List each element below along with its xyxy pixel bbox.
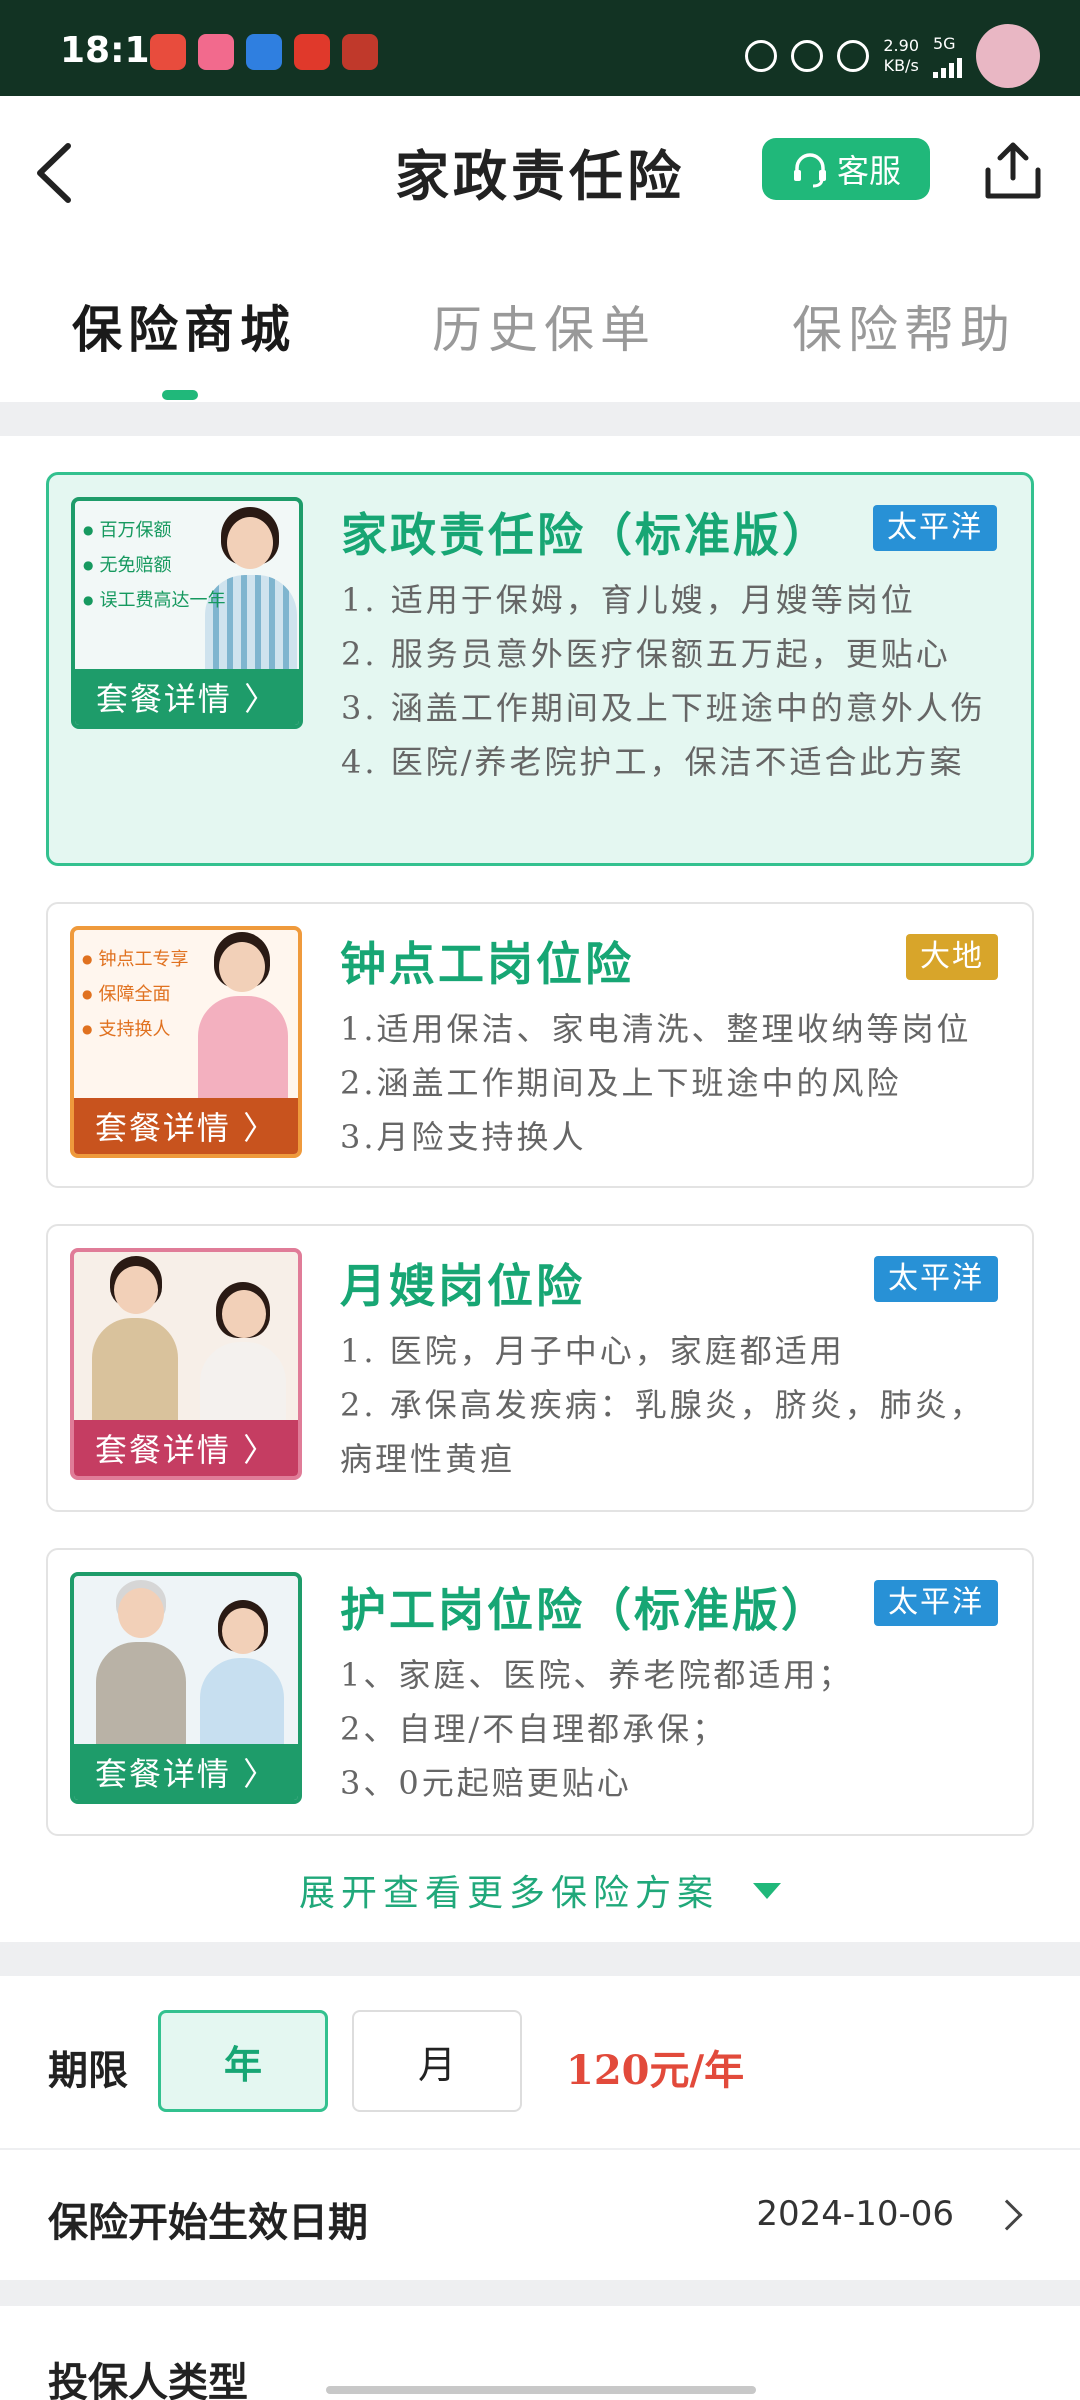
package-details-button[interactable]: 套餐详情 〉 — [74, 1420, 298, 1476]
product-card[interactable]: 套餐详情 〉 护工岗位险（标准版） 太平洋 1、家庭、医院、养老院都适用； 2、… — [46, 1548, 1034, 1836]
customer-service-label: 客服 — [836, 152, 901, 190]
product-card[interactable]: 套餐详情 〉 月嫂岗位险 太平洋 1. 医院，月子中心，家庭都适用 2. 承保高… — [46, 1224, 1034, 1512]
start-date-label: 保险开始生效日期 — [48, 2199, 368, 2246]
period-option-year[interactable]: 年 — [158, 2010, 328, 2112]
package-details-button[interactable]: 套餐详情 〉 — [75, 669, 299, 725]
product-list: 百万保额 无免赔额 误工费高达一年 套餐详情 〉 家政责任险（标准版） 太平洋 … — [0, 436, 1080, 1942]
description-line: 1.适用保洁、家电清洗、整理收纳等岗位 — [340, 1010, 972, 1048]
start-date-row[interactable]: 保险开始生效日期 2024-10-06 — [0, 2150, 1080, 2280]
network-speed-unit: KB/s — [883, 56, 919, 75]
app-status-icon — [791, 40, 824, 72]
start-date-value: 2024-10-06 — [756, 2194, 954, 2234]
app-header: 家政责任险 客服 — [0, 96, 1080, 246]
description-line: 2.涵盖工作期间及上下班途中的风险 — [340, 1064, 902, 1102]
nanny-image — [84, 1256, 184, 1426]
description-line: 2. 承保高发疾病：乳腺炎，脐炎，肺炎，病理性黄疸 — [340, 1386, 985, 1478]
feature-item: 百万保额 — [83, 513, 225, 548]
product-thumbnail[interactable]: 钟点工专享 保障全面 支持换人 套餐详情 〉 — [70, 926, 302, 1158]
product-description: 1、家庭、医院、养老院都适用； 2、自理/不自理都承保； 3、0元起赔更贴心 — [340, 1648, 1004, 1810]
chevron-right-icon — [991, 2199, 1023, 2231]
description-line: 2. 服务员意外医疗保额五万起，更贴心 — [341, 635, 951, 673]
period-label: 期限 — [48, 2047, 128, 2094]
expand-more-label: 展开查看更多保险方案 — [298, 1873, 719, 1914]
notification-app-icon — [342, 34, 378, 70]
home-indicator[interactable] — [326, 2386, 756, 2394]
customer-service-button[interactable]: 客服 — [762, 138, 930, 200]
tab-policy-history[interactable]: 历史保单 — [432, 290, 656, 362]
notification-app-icon — [246, 34, 282, 70]
product-photo — [74, 1252, 298, 1432]
product-title: 护工岗位险（标准版） — [340, 1583, 830, 1637]
housekeeper-image — [186, 932, 296, 1102]
period-selector: 期限 年 月 120元/年 — [0, 1976, 1080, 2148]
price-label: 120元/年 — [566, 2047, 745, 2094]
description-line: 3、0元起赔更贴心 — [340, 1764, 632, 1802]
notification-app-icon — [198, 34, 234, 70]
signal-icon — [933, 54, 962, 78]
triangle-down-icon — [753, 1883, 781, 1899]
product-card[interactable]: 百万保额 无免赔额 误工费高达一年 套餐详情 〉 家政责任险（标准版） 太平洋 … — [46, 472, 1034, 866]
product-description: 1. 适用于保姆，育儿嫂，月嫂等岗位 2. 服务员意外医疗保额五万起，更贴心 3… — [341, 573, 1003, 789]
policyholder-type-label: 投保人类型 — [48, 2359, 248, 2400]
feature-item: 钟点工专享 — [82, 942, 188, 977]
description-line: 3. 涵盖工作期间及上下班途中的意外人伤 — [341, 689, 986, 727]
alarm-icon — [745, 40, 778, 72]
product-description: 1.适用保洁、家电清洗、整理收纳等岗位 2.涵盖工作期间及上下班途中的风险 3.… — [340, 1002, 1004, 1164]
tab-insurance-help[interactable]: 保险帮助 — [792, 290, 1016, 362]
product-card[interactable]: 钟点工专享 保障全面 支持换人 套餐详情 〉 钟点工岗位险 大地 1.适用保洁、… — [46, 902, 1034, 1188]
network-speed: 2.90 KB/s — [883, 36, 919, 76]
headset-icon — [793, 153, 826, 188]
tab-insurance-mall[interactable]: 保险商城 — [72, 290, 296, 362]
product-title: 钟点工岗位险 — [340, 937, 634, 991]
notification-app-icon — [294, 34, 330, 70]
product-title: 月嫂岗位险 — [340, 1259, 585, 1313]
active-tab-indicator — [162, 390, 198, 400]
network-speed-value: 2.90 — [883, 36, 919, 55]
notification-icons — [150, 34, 378, 70]
insurer-badge: 大地 — [906, 934, 998, 980]
insurer-badge: 太平洋 — [874, 1580, 998, 1626]
package-details-button[interactable]: 套餐详情 〉 — [74, 1098, 298, 1154]
insurer-badge: 太平洋 — [873, 505, 997, 551]
insurer-badge: 太平洋 — [874, 1256, 998, 1302]
share-icon — [985, 142, 1041, 199]
product-title: 家政责任险（标准版） — [341, 508, 831, 562]
product-thumbnail[interactable]: 套餐详情 〉 — [70, 1248, 302, 1480]
app-status-icon — [837, 40, 870, 72]
status-bar: 18:18 2.90 KB/s 5G — [0, 0, 1080, 96]
description-line: 4. 医院/养老院护工，保洁不适合此方案 — [341, 743, 965, 781]
feature-item: 保障全面 — [82, 977, 188, 1012]
product-thumbnail[interactable]: 百万保额 无免赔额 误工费高达一年 套餐详情 〉 — [71, 497, 303, 729]
share-button[interactable] — [980, 138, 1046, 204]
description-line: 1、家庭、医院、养老院都适用； — [340, 1656, 854, 1694]
expand-more-plans-button[interactable]: 展开查看更多保险方案 — [0, 1864, 1080, 1916]
feature-item: 支持换人 — [82, 1012, 188, 1047]
period-option-month[interactable]: 月 — [352, 2010, 522, 2112]
product-description: 1. 医院，月子中心，家庭都适用 2. 承保高发疾病：乳腺炎，脐炎，肺炎，病理性… — [340, 1324, 1004, 1486]
status-indicators: 2.90 KB/s 5G — [745, 24, 1040, 88]
avatar — [976, 24, 1040, 88]
caregiver-image — [194, 1600, 290, 1750]
network-type: 5G — [933, 34, 956, 53]
product-feature-list: 百万保额 无免赔额 误工费高达一年 — [83, 513, 225, 618]
package-details-button[interactable]: 套餐详情 〉 — [74, 1744, 298, 1800]
product-feature-list: 钟点工专享 保障全面 支持换人 — [82, 942, 188, 1047]
notification-app-icon — [150, 34, 186, 70]
feature-item: 误工费高达一年 — [83, 583, 225, 618]
product-photo — [74, 1576, 298, 1750]
description-line: 2、自理/不自理都承保； — [340, 1710, 728, 1748]
elderly-man-image — [88, 1580, 192, 1750]
description-line: 1. 适用于保姆，育儿嫂，月嫂等岗位 — [341, 581, 916, 619]
tab-bar: 保险商城 历史保单 保险帮助 — [0, 246, 1080, 402]
description-line: 1. 医院，月子中心，家庭都适用 — [340, 1332, 845, 1370]
feature-item: 无免赔额 — [83, 548, 225, 583]
mother-image — [192, 1282, 292, 1432]
description-line: 3.月险支持换人 — [340, 1118, 587, 1156]
product-thumbnail[interactable]: 套餐详情 〉 — [70, 1572, 302, 1804]
